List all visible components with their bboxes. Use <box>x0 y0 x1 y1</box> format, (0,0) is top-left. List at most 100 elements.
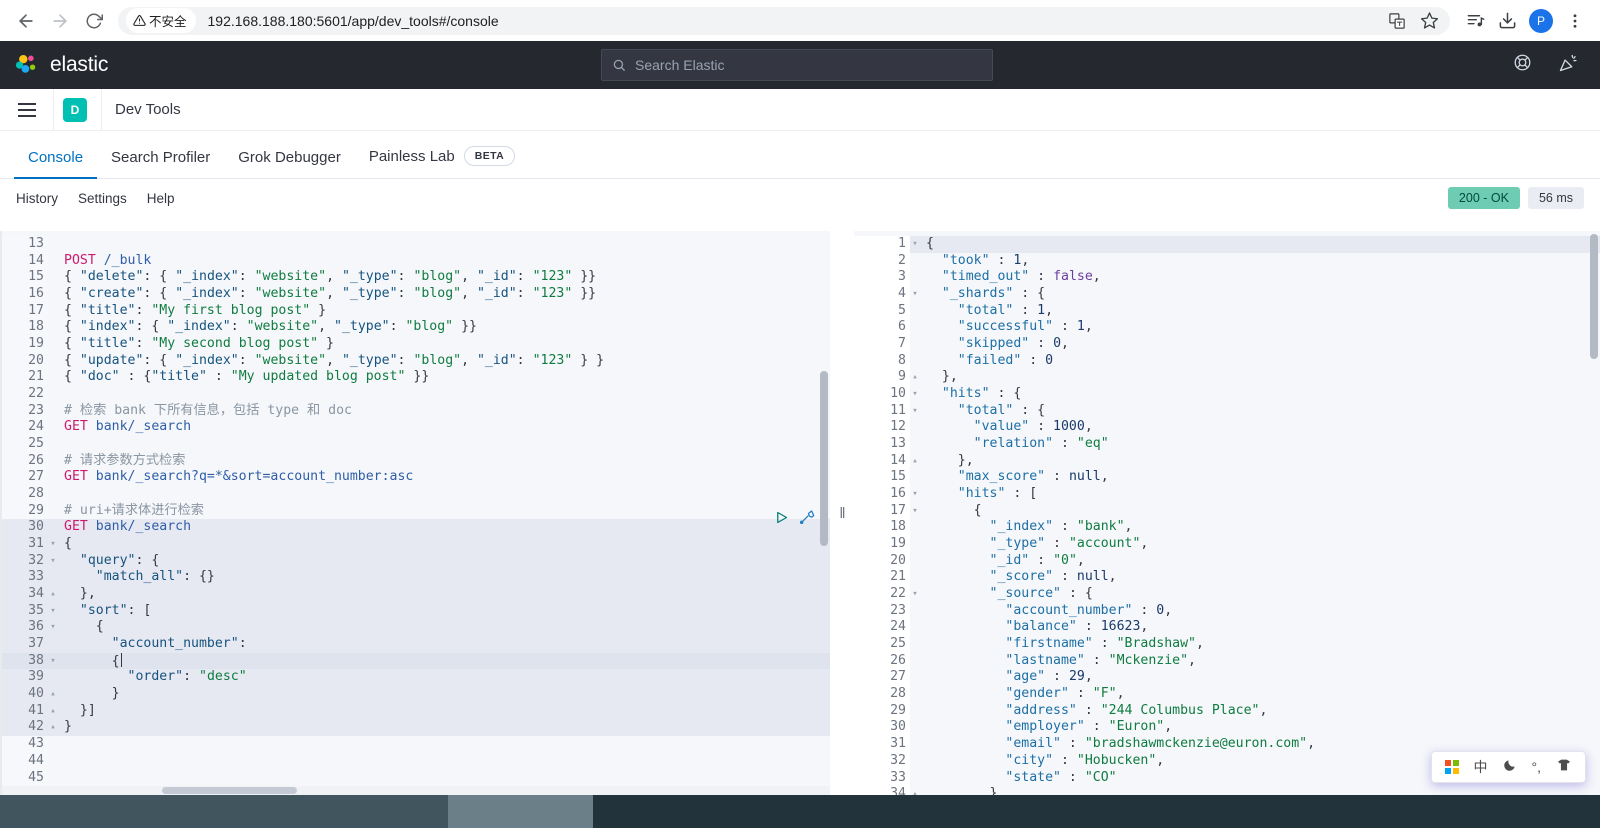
response-vertical-scrollbar[interactable] <box>1589 231 1600 795</box>
code-line[interactable]: 34 ▴ }, <box>854 786 1600 795</box>
response-lines[interactable]: 1 ▾{2 "took" : 1, 3 "timed_out" : false, 4 ▾… <box>854 231 1600 795</box>
code-line[interactable]: 11 ▾ "total" : { <box>854 402 1600 420</box>
code-line[interactable]: 42 ▴} <box>2 719 830 737</box>
code-line[interactable]: 18 { "index": { "_index": "website", "_ty… <box>2 319 830 337</box>
code-line[interactable]: 24 GET bank/_search <box>2 419 830 437</box>
translate-button[interactable] <box>1382 6 1412 36</box>
fold-toggle-icon[interactable]: ▾ <box>48 553 58 570</box>
request-editor-lines[interactable]: 13 14 POST /_bulk 15 { "delete": { "_index":… <box>2 231 830 795</box>
code-line[interactable]: 22 ▾ "_source" : { <box>854 586 1600 603</box>
code-line[interactable]: 9 ▴ }, <box>854 369 1600 387</box>
fold-toggle-icon[interactable]: ▾ <box>48 603 58 620</box>
code-line[interactable]: 44 <box>2 752 830 770</box>
fold-toggle-icon[interactable]: ▾ <box>910 503 920 520</box>
code-line[interactable]: 21 "_score" : null, <box>854 569 1600 587</box>
profile-avatar[interactable]: P <box>1529 8 1553 33</box>
help-link[interactable]: Help <box>147 191 175 206</box>
fold-toggle-icon[interactable]: ▾ <box>48 653 58 670</box>
code-line[interactable]: 19 { "title": "My second blog post" } <box>2 336 830 353</box>
code-line[interactable]: 12 "value" : 1000, <box>854 419 1600 437</box>
help-button[interactable] <box>1513 53 1532 77</box>
code-line[interactable]: 27 "age" : 29, <box>854 669 1600 687</box>
code-line[interactable]: 4 ▾ "_shards" : { <box>854 286 1600 303</box>
fold-toggle-icon[interactable]: ▴ <box>48 719 58 736</box>
fold-toggle-icon[interactable]: ▾ <box>910 236 920 253</box>
code-line[interactable]: 40 ▴ } <box>2 686 830 703</box>
fold-toggle-icon[interactable]: ▴ <box>48 703 58 720</box>
request-editor-pane[interactable]: 13 14 POST /_bulk 15 { "delete": { "_index":… <box>0 231 830 795</box>
open-main-menu-button[interactable] <box>10 93 44 127</box>
tab-painless-lab[interactable]: Painless Lab BETA <box>355 146 529 178</box>
settings-button[interactable]: Settings <box>78 191 127 206</box>
editor-vertical-scrollbar[interactable] <box>819 231 830 795</box>
code-line[interactable]: 23 "account_number" : 0, <box>854 602 1600 620</box>
tab-console[interactable]: Console <box>14 149 98 179</box>
code-line[interactable]: 15 { "delete": { "_index": "website", "_t… <box>2 269 830 287</box>
code-line[interactable]: 30 GET bank/_search <box>2 519 830 537</box>
security-indicator[interactable]: 不安全 <box>126 8 196 33</box>
send-request-button[interactable] <box>774 510 789 530</box>
fold-toggle-icon[interactable]: ▾ <box>910 403 920 420</box>
fold-toggle-icon[interactable]: ▴ <box>910 453 920 470</box>
code-line[interactable]: 24 "balance" : 16623, <box>854 619 1600 637</box>
browser-menu-button[interactable] <box>1560 6 1590 36</box>
elastic-logo-link[interactable]: elastic <box>14 52 108 79</box>
history-button[interactable]: History <box>16 191 58 206</box>
code-line[interactable]: 32 ▾ "query": { <box>2 552 830 570</box>
code-line[interactable]: 20 { "update": { "_index": "website", "_t… <box>2 352 830 370</box>
code-line[interactable]: 19 "_type" : "account", <box>854 536 1600 553</box>
code-line[interactable]: 38 ▾ { <box>2 652 830 670</box>
announcements-button[interactable] <box>1558 53 1578 78</box>
code-line[interactable]: 10 ▾ "hits" : { <box>854 386 1600 403</box>
code-line[interactable]: 18 "_index" : "bank", <box>854 519 1600 537</box>
code-line[interactable]: 20 "_id" : "0", <box>854 552 1600 570</box>
code-line[interactable]: 22 <box>2 386 830 403</box>
response-viewer-pane[interactable]: 1 ▾{2 "took" : 1, 3 "timed_out" : false, 4 ▾… <box>854 231 1600 795</box>
code-line[interactable]: 14 POST /_bulk <box>2 252 830 270</box>
back-button[interactable] <box>10 5 42 37</box>
code-line[interactable]: 34 ▴ }, <box>2 586 830 603</box>
fold-toggle-icon[interactable]: ▾ <box>910 486 920 503</box>
code-line[interactable]: 36 ▾ { <box>2 619 830 637</box>
code-line[interactable]: 45 <box>2 769 830 787</box>
bookmark-button[interactable] <box>1414 6 1444 36</box>
code-line[interactable]: 31 ▾ { <box>2 536 830 553</box>
reload-button[interactable] <box>78 5 110 37</box>
code-line[interactable]: 30 "employer" : "Euron", <box>854 719 1600 737</box>
code-line[interactable]: 26 # 请求参数方式检索 <box>2 452 830 470</box>
code-line[interactable]: 27 GET bank/_search?q=*&sort=account_numb… <box>2 469 830 487</box>
tab-grok-debugger[interactable]: Grok Debugger <box>224 149 355 178</box>
ime-mode-button[interactable] <box>1503 758 1517 777</box>
code-line[interactable]: 43 <box>2 736 830 753</box>
code-line[interactable]: 37 "account_number": <box>2 636 830 653</box>
pane-resize-handle[interactable]: ‖ <box>830 231 854 795</box>
code-line[interactable]: 35 ▾ "sort": [ <box>2 602 830 620</box>
code-line[interactable]: 17 ▾ { <box>854 502 1600 520</box>
fold-toggle-icon[interactable]: ▾ <box>910 586 920 603</box>
code-line[interactable]: 14 ▴ }, <box>854 452 1600 470</box>
global-search-input[interactable]: Search Elastic <box>601 49 993 81</box>
code-line[interactable]: 1 ▾ { <box>854 236 1600 253</box>
code-line[interactable]: 28 "gender" : "F", <box>854 686 1600 703</box>
code-line[interactable]: 13 <box>2 236 830 253</box>
fold-toggle-icon[interactable]: ▴ <box>910 786 920 795</box>
ime-tools-button[interactable] <box>1556 758 1572 777</box>
code-line[interactable]: 28 <box>2 486 830 503</box>
ime-language-bar[interactable]: 中 °, <box>1431 751 1586 783</box>
code-line[interactable]: 16 { "create": { "_index": "website", "_t… <box>2 286 830 303</box>
fold-toggle-icon[interactable]: ▴ <box>48 586 58 603</box>
code-line[interactable]: 29 "address" : "244 Columbus Place", <box>854 702 1600 720</box>
fold-toggle-icon[interactable]: ▾ <box>910 386 920 403</box>
code-line[interactable]: 25 <box>2 436 830 453</box>
code-line[interactable]: 2 "took" : 1, <box>854 252 1600 270</box>
code-line[interactable]: 26 "lastname" : "Mckenzie", <box>854 652 1600 670</box>
editor-horizontal-scrollbar[interactable] <box>2 786 830 795</box>
taskbar-active-window[interactable] <box>448 795 593 828</box>
downloads-button[interactable] <box>1492 6 1522 36</box>
tab-search-profiler[interactable]: Search Profiler <box>97 149 224 178</box>
code-line[interactable]: 13 "relation" : "eq" <box>854 436 1600 453</box>
fold-toggle-icon[interactable]: ▾ <box>910 286 920 303</box>
code-line[interactable]: 16 ▾ "hits" : [ <box>854 486 1600 503</box>
code-line[interactable]: 21 { "doc" : {"title" : "My updated blog … <box>2 369 830 387</box>
code-line[interactable]: 39 "order": "desc" <box>2 669 830 687</box>
